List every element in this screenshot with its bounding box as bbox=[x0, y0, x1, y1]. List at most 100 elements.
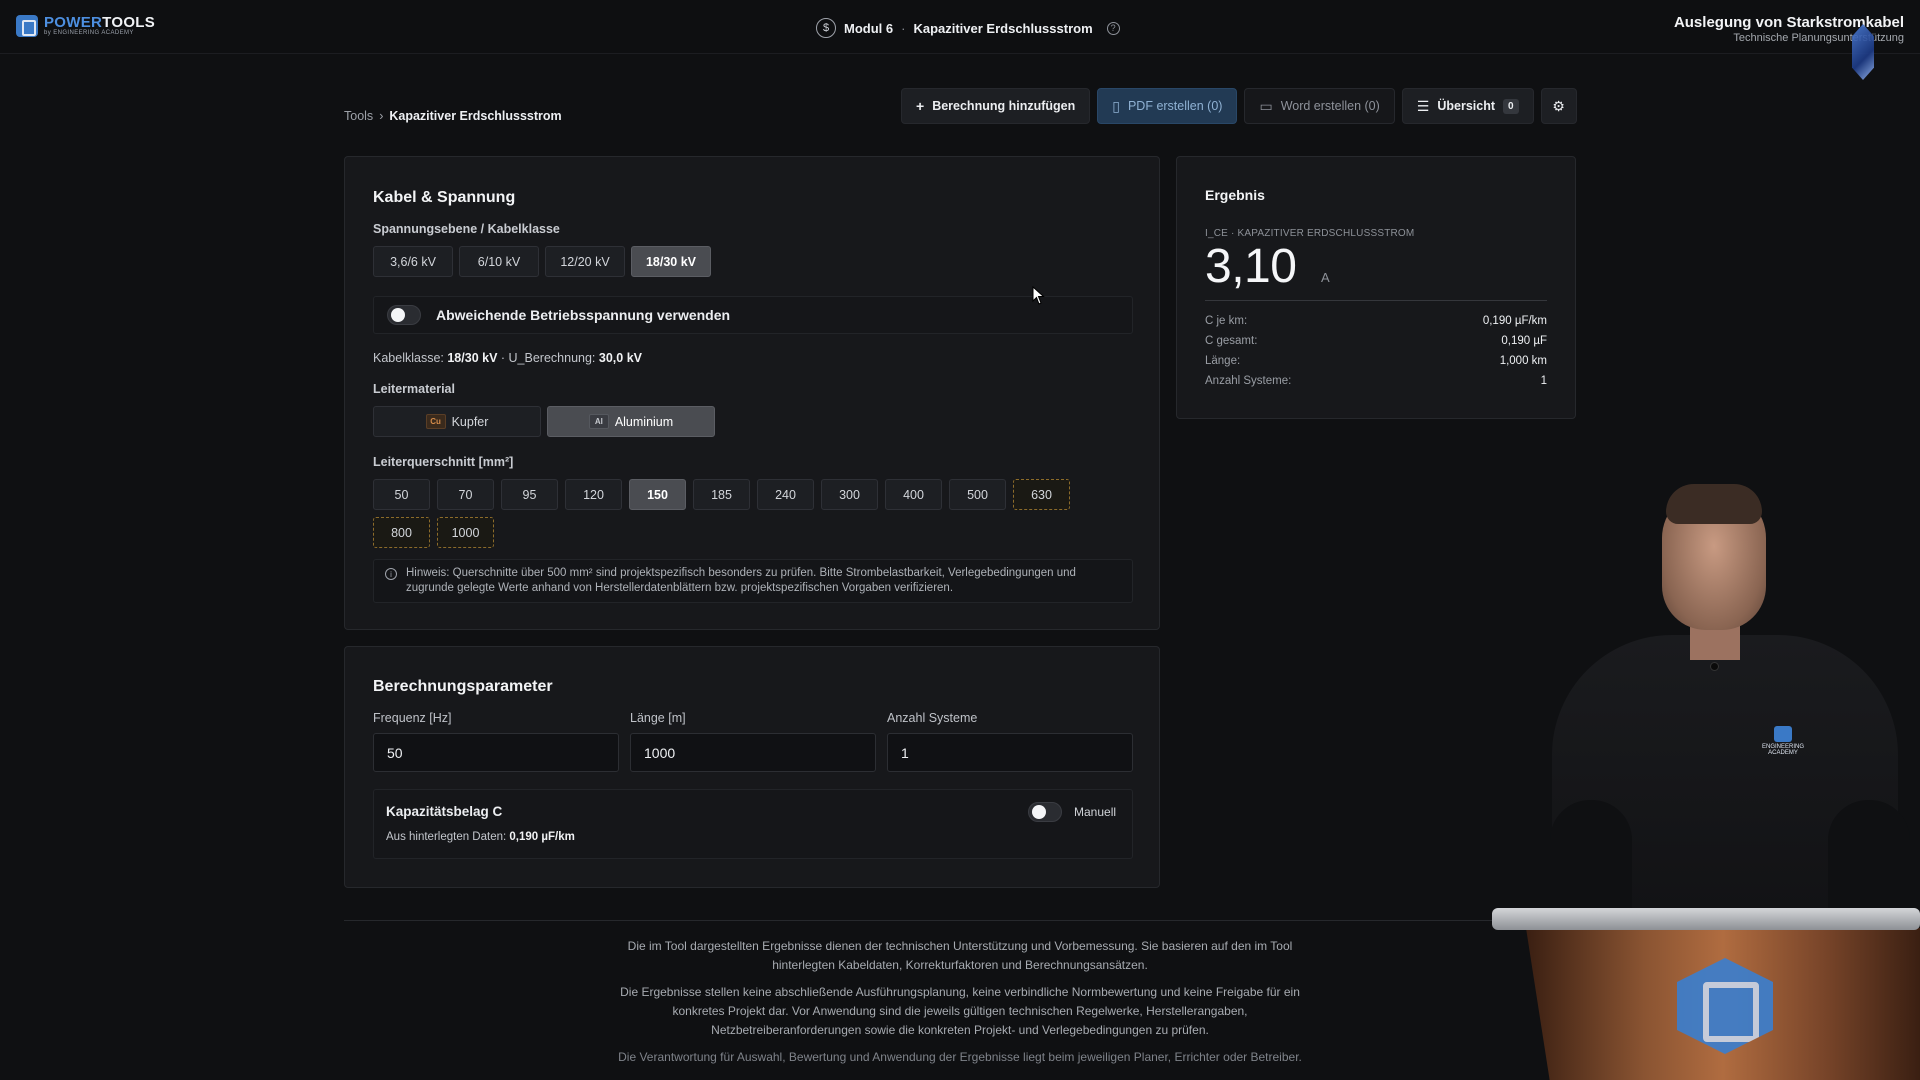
disclaimer-line: Die Ergebnisse stellen keine abschließen… bbox=[620, 985, 1300, 999]
result-unit: A bbox=[1321, 270, 1330, 285]
systems-input[interactable]: 1 bbox=[887, 733, 1133, 772]
create-pdf-button[interactable]: ▯ PDF erstellen (0) bbox=[1097, 88, 1238, 124]
length-label: Länge [m] bbox=[630, 711, 686, 725]
manual-label: Manuell bbox=[1074, 805, 1117, 819]
cross-section-70[interactable]: 70 bbox=[437, 479, 494, 510]
copper-chip-icon: Cu bbox=[425, 414, 446, 429]
create-pdf-label: PDF erstellen (0) bbox=[1127, 99, 1223, 113]
cross-section-800[interactable]: 800 bbox=[373, 517, 430, 548]
breadcrumb-current: Kapazitiver Erdschlussstrom bbox=[389, 109, 562, 123]
create-word-label: Word erstellen (0) bbox=[1280, 99, 1380, 113]
manual-capacitance-toggle[interactable] bbox=[1028, 802, 1062, 822]
add-calculation-button[interactable]: + Berechnung hinzufügen bbox=[901, 88, 1091, 124]
material-copper-button[interactable]: Cu Kupfer bbox=[373, 406, 541, 437]
cross-section-50[interactable]: 50 bbox=[373, 479, 430, 510]
capacitance-title: Kapazitätsbelag C bbox=[386, 804, 503, 819]
cross-section-value: 630 bbox=[1031, 487, 1052, 502]
result-value: 3,10 bbox=[1205, 240, 1297, 293]
capacitance-source-value: 0,190 µF/km bbox=[509, 831, 575, 843]
powertools-logo[interactable]: POWERTOOLS by ENGINEERING ACADEMY bbox=[16, 15, 155, 37]
cross-section-value: 800 bbox=[391, 525, 412, 540]
cross-section-300[interactable]: 300 bbox=[821, 479, 878, 510]
params-section-title: Berechnungsparameter bbox=[373, 678, 553, 695]
disclaimer-paragraph-3: Die Verantwortung für Auswahl, Bewertung… bbox=[618, 1050, 1302, 1064]
cable-voltage-card: Kabel & Spannung Spannungsebene / Kabelk… bbox=[344, 156, 1160, 630]
plus-icon: + bbox=[916, 98, 925, 114]
overview-label: Übersicht bbox=[1437, 99, 1496, 113]
cross-section-value: 120 bbox=[583, 487, 604, 502]
overview-count-badge: 0 bbox=[1503, 98, 1519, 114]
breadcrumb-separator: › bbox=[379, 109, 384, 123]
material-aluminium-label: Aluminium bbox=[614, 414, 674, 429]
cross-section-120[interactable]: 120 bbox=[565, 479, 622, 510]
shirt-logo: ENGINEERING ACADEMY bbox=[1758, 726, 1808, 760]
disclaimer-line: hinterlegten Kabeldaten, Korrekturfaktor… bbox=[772, 958, 1148, 972]
result-row-value: 1,000 km bbox=[1499, 355, 1547, 367]
cross-section-95[interactable]: 95 bbox=[501, 479, 558, 510]
module-separator: · bbox=[901, 20, 906, 36]
cable-section-title: Kabel & Spannung bbox=[373, 189, 516, 206]
logo-icon bbox=[16, 15, 38, 37]
mouse-cursor-icon bbox=[1032, 286, 1045, 305]
aluminium-chip-icon: Al bbox=[588, 414, 609, 429]
top-bar: POWERTOOLS by ENGINEERING ACADEMY $ Modu… bbox=[0, 0, 1920, 54]
help-icon[interactable]: ? bbox=[1106, 21, 1120, 35]
logo-word-tools: TOOLS bbox=[102, 14, 156, 31]
capacitance-source-prefix: Aus hinterlegten Daten: bbox=[386, 831, 507, 843]
result-row-key: Länge: bbox=[1205, 355, 1241, 367]
cross-section-240[interactable]: 240 bbox=[757, 479, 814, 510]
calc-voltage-prefix: · U_Berechnung: bbox=[500, 351, 596, 365]
overview-button[interactable]: ☰ Übersicht 0 bbox=[1401, 88, 1534, 124]
cross-section-value: 500 bbox=[967, 487, 988, 502]
action-toolbar: + Berechnung hinzufügen ▯ PDF erstellen … bbox=[901, 88, 1577, 124]
module-title: Kapazitiver Erdschlussstrom bbox=[913, 20, 1093, 36]
module-label: Modul 6 bbox=[844, 20, 894, 36]
cross-section-500[interactable]: 500 bbox=[949, 479, 1006, 510]
voltage-option-3-6-6[interactable]: 3,6/6 kV bbox=[373, 246, 453, 277]
cross-section-150[interactable]: 150 bbox=[629, 479, 686, 510]
course-title: Auslegung von Starkstromkabel bbox=[1673, 14, 1904, 31]
result-row-c-per-km: C je km: 0,190 µF/km bbox=[1205, 315, 1547, 327]
voltage-option-18-30[interactable]: 18/30 kV bbox=[631, 246, 711, 277]
cross-section-1000[interactable]: 1000 bbox=[437, 517, 494, 548]
logo-word-power: POWER bbox=[44, 14, 103, 31]
shirt-logo-icon bbox=[1774, 726, 1792, 742]
result-row-key: C gesamt: bbox=[1205, 335, 1258, 347]
result-row-value: 0,190 µF/km bbox=[1482, 315, 1547, 327]
disclaimer-line: Die im Tool dargestellten Ergebnisse die… bbox=[627, 939, 1293, 953]
voltage-option-6-10[interactable]: 6/10 kV bbox=[459, 246, 539, 277]
disclaimer-line: konkretes Projekt dar. Vor Anwendung sin… bbox=[672, 1004, 1248, 1018]
frequency-input[interactable]: 50 bbox=[373, 733, 619, 772]
footer-divider bbox=[344, 920, 1492, 921]
cross-section-185[interactable]: 185 bbox=[693, 479, 750, 510]
cross-section-400[interactable]: 400 bbox=[885, 479, 942, 510]
result-title: Ergebnis bbox=[1205, 187, 1265, 203]
systems-label: Anzahl Systeme bbox=[887, 711, 978, 725]
cable-class-prefix: Kabelklasse: bbox=[373, 351, 444, 365]
length-input[interactable]: 1000 bbox=[630, 733, 876, 772]
cross-section-630[interactable]: 630 bbox=[1013, 479, 1070, 510]
result-row-c-total: C gesamt: 0,190 µF bbox=[1205, 335, 1547, 347]
cross-section-value: 185 bbox=[711, 487, 732, 502]
result-label: I_CE · KAPAZITIVER ERDSCHLUSSSTROM bbox=[1205, 228, 1415, 239]
custom-voltage-toggle[interactable] bbox=[387, 305, 421, 325]
module-icon: $ bbox=[816, 18, 836, 38]
breadcrumb-tools[interactable]: Tools bbox=[344, 109, 373, 123]
frequency-label: Frequenz [Hz] bbox=[373, 711, 452, 725]
cross-section-value: 50 bbox=[394, 487, 409, 502]
podium bbox=[1492, 908, 1920, 1080]
voltage-option-label: 6/10 kV bbox=[477, 254, 521, 269]
material-aluminium-button[interactable]: Al Aluminium bbox=[547, 406, 715, 437]
document-icon: ▭ bbox=[1259, 98, 1273, 114]
podium-top bbox=[1492, 908, 1920, 930]
create-word-button[interactable]: ▭ Word erstellen (0) bbox=[1244, 88, 1395, 124]
disclaimer-paragraph-1: Die im Tool dargestellten Ergebnisse die… bbox=[344, 937, 1576, 975]
disclaimer-paragraph-2: Die Ergebnisse stellen keine abschließen… bbox=[344, 983, 1576, 1040]
calc-voltage-value: 30,0 kV bbox=[598, 351, 642, 365]
presenter-hair bbox=[1666, 484, 1762, 524]
settings-button[interactable]: ⚙ bbox=[1540, 88, 1577, 124]
material-label: Leitermaterial bbox=[373, 382, 455, 396]
list-icon: ☰ bbox=[1416, 98, 1430, 114]
voltage-option-12-20[interactable]: 12/20 kV bbox=[545, 246, 625, 277]
module-indicator: $ Modul 6 · Kapazitiver Erdschlussstrom … bbox=[816, 18, 1120, 38]
